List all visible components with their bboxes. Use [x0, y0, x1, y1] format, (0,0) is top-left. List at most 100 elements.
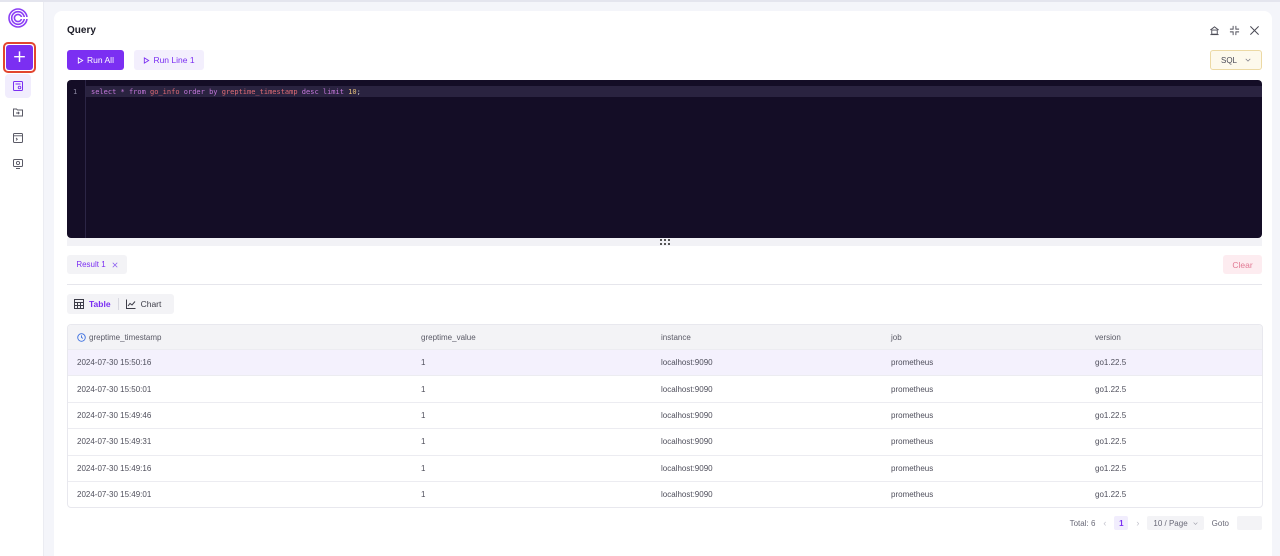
- table-cell-version: go1.22.5: [1095, 384, 1127, 394]
- play-icon: [77, 56, 84, 64]
- column-header-label: instance: [661, 332, 691, 342]
- home-icon[interactable]: [1208, 24, 1220, 36]
- table-row[interactable]: 2024-07-30 15:50:01 1 localhost:9090 promet…: [68, 375, 1262, 401]
- table-cell-version: go1.22.5: [1095, 490, 1127, 500]
- sidebar: +: [0, 2, 44, 556]
- table-cell-greptime-value: 1: [421, 358, 426, 368]
- view-toggle: Table Chart: [67, 294, 174, 314]
- table-cell-version: go1.22.5: [1095, 437, 1127, 447]
- table-row[interactable]: 2024-07-30 15:49:31 1 localhost:9090 promet…: [68, 428, 1262, 454]
- language-select[interactable]: SQL: [1210, 50, 1262, 70]
- tab-table[interactable]: Table: [67, 294, 118, 314]
- editor-gutter: [67, 80, 86, 238]
- results-table: greptime_timestamp greptime_value instan…: [67, 324, 1263, 509]
- chevron-down-icon: [1245, 58, 1251, 62]
- table-cell-instance: localhost:9090: [661, 410, 713, 420]
- line-chart-icon: [125, 299, 136, 309]
- tab-chart[interactable]: Chart: [119, 294, 169, 314]
- editor-resize-handle[interactable]: [67, 238, 1262, 246]
- table-cell-instance: localhost:9090: [661, 384, 713, 394]
- total-count: Total: 6: [1069, 518, 1096, 528]
- table-cell-job: prometheus: [891, 358, 934, 368]
- column-header-label: greptime_value: [421, 332, 476, 342]
- code-token: from: [128, 88, 146, 96]
- table-row[interactable]: 2024-07-30 15:49:01 1 localhost:9090 promet…: [68, 480, 1262, 507]
- goto-label: Goto: [1211, 518, 1229, 528]
- table-cell-greptime-value: 1: [421, 490, 426, 500]
- plus-icon: +: [6, 45, 33, 70]
- table-cell-greptime-timestamp: 2024-07-30 15:49:46: [77, 410, 152, 420]
- next-page-icon[interactable]: ›: [1136, 518, 1139, 528]
- new-query-button[interactable]: +: [3, 42, 36, 73]
- line-number: 1: [73, 88, 78, 96]
- scripts-icon: [13, 133, 23, 143]
- run-line-label: Run Line 1: [153, 55, 195, 65]
- page-number-current[interactable]: 1: [1114, 516, 1129, 530]
- top-border: [0, 0, 1280, 2]
- table-cell-job: prometheus: [891, 410, 934, 420]
- pagination: Total: 6 ‹ 1 › 10 / Page Goto: [1070, 516, 1262, 530]
- table-header: greptime_timestamp greptime_value instan…: [68, 325, 1262, 349]
- clear-button[interactable]: Clear: [1223, 255, 1262, 274]
- column-header-label: greptime_timestamp: [89, 332, 162, 342]
- drag-handle-icon: [659, 239, 670, 245]
- sidebar-item-dashboard[interactable]: [5, 152, 31, 176]
- table-cell-greptime-value: 1: [421, 437, 426, 447]
- run-line-button[interactable]: Run Line 1: [134, 50, 204, 70]
- tab-chart-label: Chart: [140, 299, 162, 309]
- language-value: SQL: [1220, 55, 1237, 65]
- column-header[interactable]: job: [882, 333, 1086, 342]
- column-header[interactable]: version: [1086, 333, 1262, 342]
- sidebar-item-query[interactable]: [5, 74, 31, 98]
- close-icon[interactable]: [1248, 24, 1260, 36]
- greptime-logo[interactable]: [8, 8, 28, 28]
- table-cell-job: prometheus: [891, 384, 934, 394]
- prev-page-icon[interactable]: ‹: [1103, 518, 1106, 528]
- column-header[interactable]: greptime_timestamp: [68, 333, 412, 342]
- table-row[interactable]: 2024-07-30 15:49:46 1 localhost:9090 promet…: [68, 401, 1262, 428]
- table-cell-version: go1.22.5: [1095, 410, 1127, 420]
- code-token: limit: [322, 88, 344, 96]
- code-token: desc: [301, 88, 319, 96]
- goto-input[interactable]: [1237, 516, 1262, 530]
- query-icon: [13, 81, 23, 91]
- page-size-select[interactable]: 10 / Page: [1147, 516, 1204, 530]
- page-size-value: 10 / Page: [1153, 518, 1188, 528]
- tab-table-label: Table: [89, 299, 111, 309]
- table-cell-greptime-value: 1: [421, 410, 426, 420]
- run-all-button[interactable]: Run All: [67, 50, 124, 70]
- chevron-down-icon: [1193, 521, 1198, 525]
- table-row[interactable]: 2024-07-30 15:49:16 1 localhost:9090 promet…: [68, 454, 1262, 481]
- table-cell-greptime-timestamp: 2024-07-30 15:50:01: [77, 384, 152, 394]
- column-header[interactable]: instance: [652, 333, 882, 342]
- code-token: ;: [356, 88, 361, 96]
- code-token: greptime_timestamp: [221, 88, 298, 96]
- table-cell-instance: localhost:9090: [661, 437, 713, 447]
- collapse-icon[interactable]: [1228, 24, 1240, 36]
- table-row[interactable]: 2024-07-30 15:50:16 1 localhost:9090 promet…: [68, 349, 1262, 376]
- table-cell-job: prometheus: [891, 490, 934, 500]
- query-panel: Query Run All Run Line 1 SQL 1 select * …: [54, 11, 1272, 556]
- sidebar-item-scripts[interactable]: [5, 126, 31, 150]
- result-tab[interactable]: Result 1: [67, 255, 127, 274]
- column-header[interactable]: greptime_value: [412, 333, 652, 342]
- header-actions: [1208, 24, 1260, 36]
- table-cell-instance: localhost:9090: [661, 490, 713, 500]
- sidebar-item-ingest[interactable]: [5, 100, 31, 124]
- table-cell-job: prometheus: [891, 437, 934, 447]
- table-cell-instance: localhost:9090: [661, 463, 713, 473]
- column-header-label: job: [891, 332, 902, 342]
- code-line[interactable]: select * from go_info order by greptime_…: [91, 87, 361, 97]
- table-cell-instance: localhost:9090: [661, 358, 713, 368]
- play-icon: [144, 56, 150, 64]
- table-cell-job: prometheus: [891, 463, 934, 473]
- table-cell-version: go1.22.5: [1095, 463, 1127, 473]
- code-token: by: [209, 88, 218, 96]
- table-body: 2024-07-30 15:50:16 1 localhost:9090 promet…: [68, 349, 1262, 507]
- clock-icon: [77, 332, 86, 342]
- close-tab-icon[interactable]: [112, 261, 118, 268]
- sql-editor[interactable]: 1 select * from go_info order by greptim…: [67, 80, 1262, 238]
- code-token: select: [91, 88, 117, 96]
- table-cell-greptime-timestamp: 2024-07-30 15:49:01: [77, 490, 152, 500]
- table-cell-greptime-timestamp: 2024-07-30 15:49:31: [77, 437, 152, 447]
